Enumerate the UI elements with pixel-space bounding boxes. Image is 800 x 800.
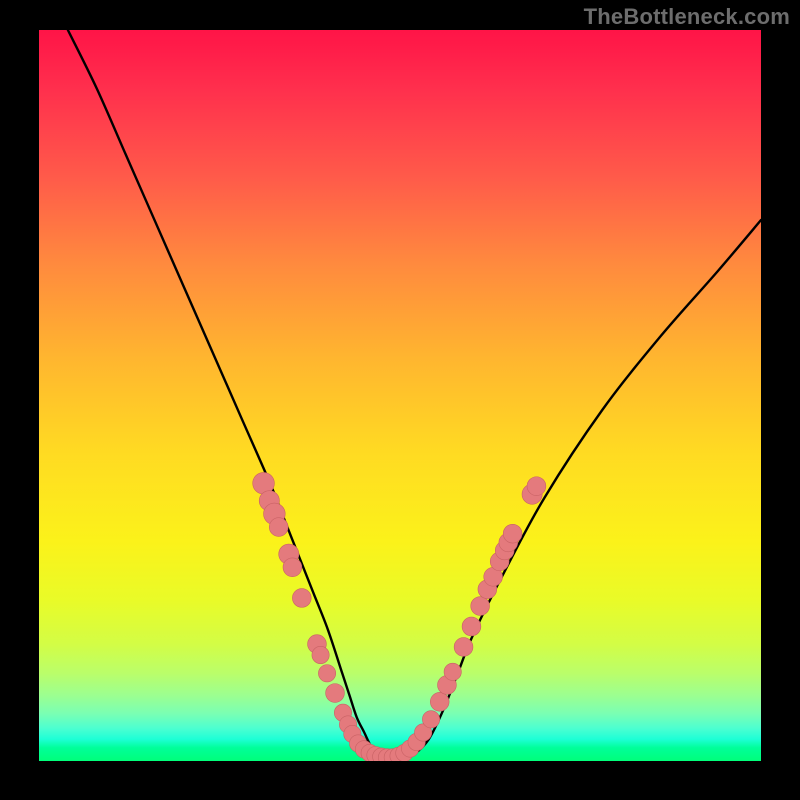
- watermark-text: TheBottleneck.com: [584, 4, 790, 30]
- curve-marker: [269, 518, 288, 537]
- curve-marker: [326, 684, 345, 703]
- chart-svg: [39, 30, 761, 761]
- curve-marker: [430, 692, 449, 711]
- curve-marker: [422, 711, 439, 728]
- curve-marker: [444, 663, 461, 680]
- bottleneck-curve: [68, 30, 761, 759]
- curve-marker: [292, 589, 311, 608]
- curve-marker: [283, 558, 302, 577]
- curve-marker: [503, 524, 522, 543]
- curve-marker: [318, 665, 335, 682]
- curve-marker: [454, 638, 473, 657]
- curve-marker: [471, 597, 490, 616]
- curve-marker-group: [253, 472, 546, 761]
- curve-marker: [312, 646, 329, 663]
- curve-marker: [462, 617, 481, 636]
- chart-root: TheBottleneck.com: [0, 0, 800, 800]
- curve-marker: [527, 477, 546, 496]
- plot-area: [39, 30, 761, 761]
